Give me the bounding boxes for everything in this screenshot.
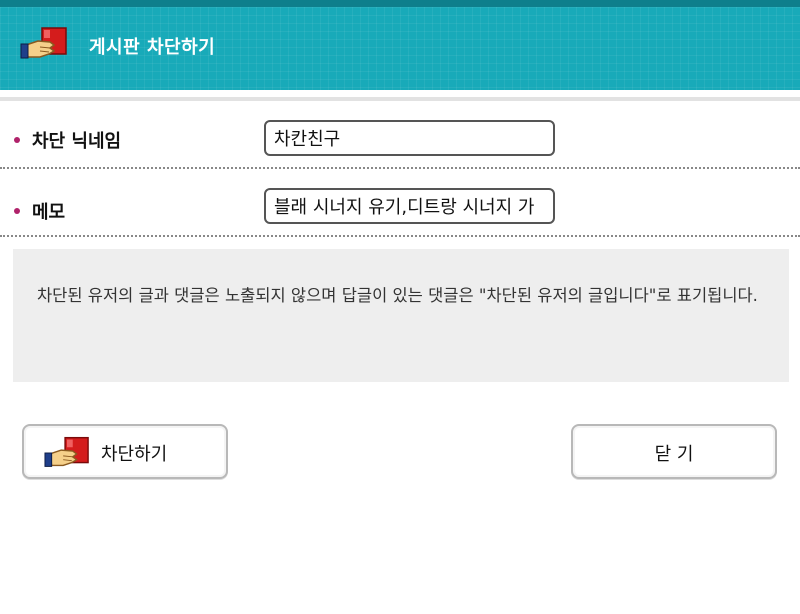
nickname-label-text: 차단 닉네임 — [32, 131, 122, 152]
block-hand-card-icon — [20, 27, 68, 61]
notice-box: 차단된 유저의 글과 댓글은 노출되지 않으며 답글이 있는 댓글은 "차단된 … — [13, 249, 789, 382]
header-top-strip — [0, 0, 800, 7]
memo-input[interactable] — [264, 188, 555, 224]
memo-label: 메모 — [14, 198, 65, 224]
block-button-label: 차단하기 — [101, 444, 168, 465]
close-button[interactable]: 닫 기 — [571, 424, 777, 479]
bullet-icon — [14, 137, 20, 143]
memo-label-text: 메모 — [32, 202, 66, 223]
bullet-icon — [14, 208, 20, 214]
row-divider — [0, 235, 800, 237]
page-title: 게시판 차단하기 — [89, 37, 216, 58]
close-button-label: 닫 기 — [654, 444, 694, 465]
notice-text: 차단된 유저의 글과 댓글은 노출되지 않으며 답글이 있는 댓글은 "차단된 … — [37, 286, 758, 305]
nickname-input[interactable] — [264, 120, 555, 156]
block-hand-card-icon — [44, 436, 90, 470]
row-divider — [0, 167, 800, 169]
header-divider — [0, 97, 800, 101]
popup-header: 게시판 차단하기 — [0, 7, 800, 90]
nickname-label: 차단 닉네임 — [14, 127, 121, 153]
block-button[interactable]: 차단하기 — [22, 424, 228, 479]
